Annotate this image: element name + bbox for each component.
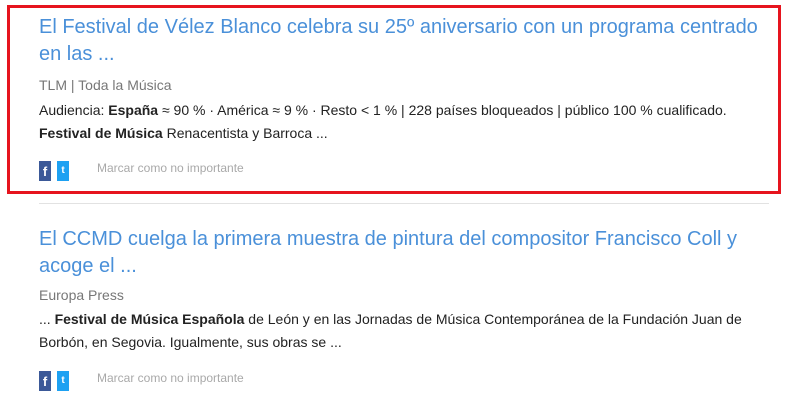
snippet-text: Renacentista y Barroca ... [162, 125, 328, 141]
article-snippet: Audiencia: España ≈ 90 % · América ≈ 9 %… [39, 99, 779, 145]
article-snippet: ... Festival de Música Española de León … [39, 308, 779, 354]
snippet-highlight-term: Festival de Música Española [54, 311, 245, 327]
article-source: Europa Press [39, 287, 124, 303]
facebook-icon[interactable]: f [39, 371, 51, 391]
facebook-icon[interactable]: f [39, 161, 51, 181]
article-divider [39, 203, 769, 204]
mark-not-important-link[interactable]: Marcar como no importante [97, 371, 244, 385]
article-item: El CCMD cuelga la primera muestra de pin… [0, 212, 807, 411]
article-title-link[interactable]: El Festival de Vélez Blanco celebra su 2… [39, 14, 779, 68]
article-source: TLM | Toda la Música [39, 77, 172, 93]
twitter-icon[interactable]: t [57, 161, 69, 181]
twitter-icon[interactable]: t [57, 371, 69, 391]
article-item: El Festival de Vélez Blanco celebra su 2… [0, 0, 807, 200]
article-title-link[interactable]: El CCMD cuelga la primera muestra de pin… [39, 226, 779, 280]
snippet-highlight-term: Festival de Música [39, 125, 163, 141]
mark-not-important-link[interactable]: Marcar como no importante [97, 161, 244, 175]
snippet-highlight-term: España [108, 102, 159, 118]
snippet-text: Audiencia: [39, 102, 109, 118]
snippet-text: ≈ 90 % · América ≈ 9 % · Resto < 1 % | 2… [158, 102, 727, 118]
snippet-text: ... [39, 311, 55, 327]
